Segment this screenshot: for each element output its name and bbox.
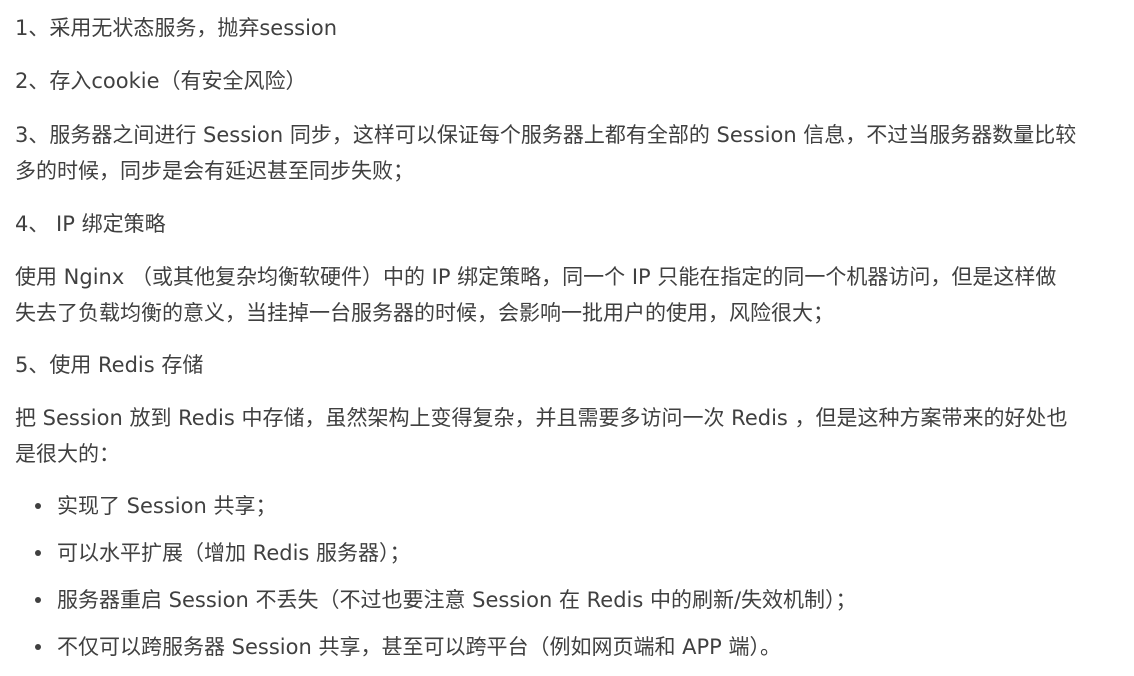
text-line: 多的时候，同步是会有延迟甚至同步失败； bbox=[15, 159, 414, 183]
list-item: 不仅可以跨服务器 Session 共享，甚至可以跨平台（例如网页端和 APP 端… bbox=[35, 629, 857, 665]
list-item-text: 不仅可以跨服务器 Session 共享，甚至可以跨平台（例如网页端和 APP 端… bbox=[57, 635, 782, 659]
list-item-text: 实现了 Session 共享； bbox=[57, 494, 277, 518]
item-2-cookie: 2、存入cookie（有安全风险） bbox=[15, 63, 307, 99]
list-item-text: 可以水平扩展（增加 Redis 服务器）； bbox=[57, 541, 411, 565]
text-line: 4、 IP 绑定策略 bbox=[15, 212, 166, 236]
bullet-icon bbox=[35, 503, 41, 509]
item-3-session-sync: 3、服务器之间进行 Session 同步，这样可以保证每个服务器上都有全部的 S… bbox=[15, 117, 1076, 189]
bullet-icon bbox=[35, 550, 41, 556]
item-1-stateless-service: 1、采用无状态服务，抛弃session bbox=[15, 10, 337, 46]
list-item: 服务器重启 Session 不丢失（不过也要注意 Session 在 Redis… bbox=[35, 582, 857, 618]
text-line: 5、使用 Redis 存储 bbox=[15, 353, 204, 377]
text-line: 失去了负载均衡的意义，当挂掉一台服务器的时候，会影响一批用户的使用，风险很大； bbox=[15, 301, 834, 325]
text-line: 是很大的： bbox=[15, 442, 120, 466]
benefits-list: 实现了 Session 共享； 可以水平扩展（增加 Redis 服务器）； 服务… bbox=[35, 488, 857, 676]
bullet-icon bbox=[35, 644, 41, 650]
item-5-redis-heading: 5、使用 Redis 存储 bbox=[15, 347, 203, 383]
item-5-redis-description: 把 Session 放到 Redis 中存储，虽然架构上变得复杂，并且需要多访问… bbox=[15, 400, 1068, 472]
item-4-ip-binding-description: 使用 Nginx （或其他复杂均衡软硬件）中的 IP 绑定策略，同一个 IP 只… bbox=[15, 259, 1056, 331]
text-line: 2、存入cookie（有安全风险） bbox=[15, 69, 307, 93]
text-line: 使用 Nginx （或其他复杂均衡软硬件）中的 IP 绑定策略，同一个 IP 只… bbox=[15, 265, 1057, 289]
item-4-ip-binding-heading: 4、 IP 绑定策略 bbox=[15, 206, 166, 242]
list-item: 可以水平扩展（增加 Redis 服务器）； bbox=[35, 535, 857, 571]
text-line: 1、采用无状态服务，抛弃session bbox=[15, 16, 338, 40]
text-line: 把 Session 放到 Redis 中存储，虽然架构上变得复杂，并且需要多访问… bbox=[15, 406, 1068, 430]
list-item: 实现了 Session 共享； bbox=[35, 488, 857, 524]
list-item-text: 服务器重启 Session 不丢失（不过也要注意 Session 在 Redis… bbox=[57, 588, 857, 612]
bullet-icon bbox=[35, 597, 41, 603]
text-line: 3、服务器之间进行 Session 同步，这样可以保证每个服务器上都有全部的 S… bbox=[15, 123, 1077, 147]
